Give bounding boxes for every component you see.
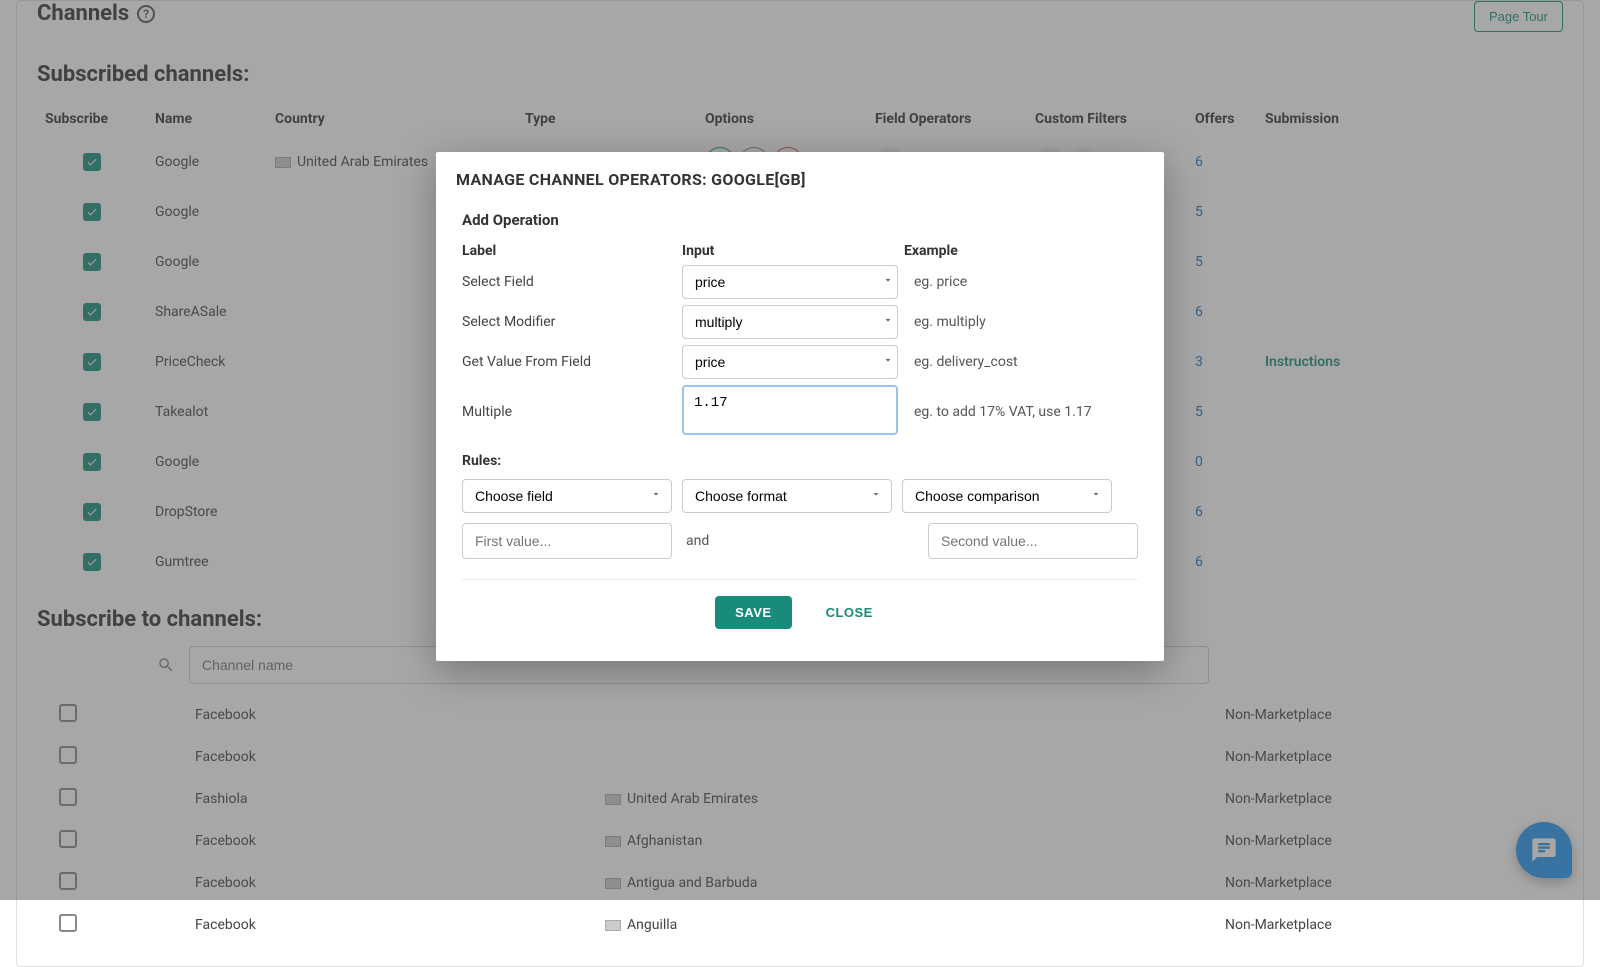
rule-comparison-select[interactable]: Choose comparison — [902, 479, 1112, 513]
select-value-field[interactable]: price — [682, 345, 898, 379]
select-modifier[interactable]: multiply — [682, 305, 898, 339]
table-row: FacebookAnguillaNon-Marketplace — [37, 904, 1563, 946]
rule-format-select[interactable]: Choose format — [682, 479, 892, 513]
rule-field-select[interactable]: Choose field — [462, 479, 672, 513]
channel-name: Facebook — [187, 904, 597, 946]
channel-country: Anguilla — [597, 904, 1217, 946]
modal-overlay: MANAGE CHANNEL OPERATORS: GOOGLE[GB] Add… — [0, 0, 1600, 900]
add-operation-title: Add Operation — [462, 211, 1138, 229]
modal-title: MANAGE CHANNEL OPERATORS: GOOGLE[GB] — [436, 152, 1164, 203]
rules-title: Rules: — [462, 453, 1138, 469]
channel-type: Non-Marketplace — [1217, 904, 1563, 946]
multiple-input[interactable] — [682, 385, 898, 435]
save-button[interactable]: SAVE — [715, 596, 791, 629]
first-value-input[interactable] — [462, 523, 672, 559]
flag-icon — [605, 920, 621, 931]
select-field[interactable]: price — [682, 265, 898, 299]
manage-operators-modal: MANAGE CHANNEL OPERATORS: GOOGLE[GB] Add… — [436, 152, 1164, 661]
close-button[interactable]: CLOSE — [814, 596, 885, 629]
second-value-input[interactable] — [928, 523, 1138, 559]
subscribe-checkbox[interactable] — [59, 914, 77, 932]
